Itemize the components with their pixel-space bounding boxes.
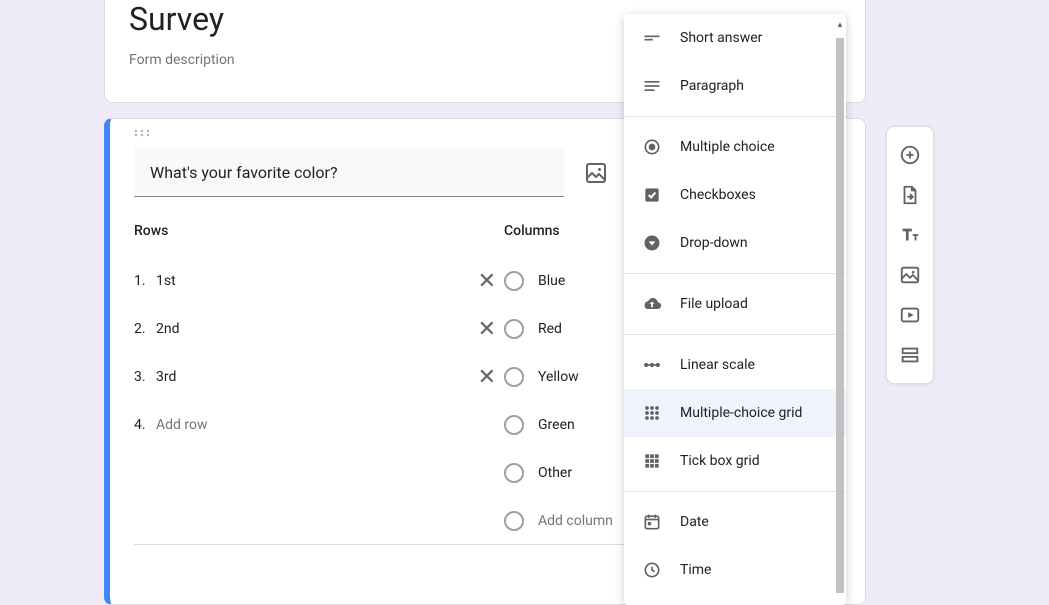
grid-dots-icon xyxy=(640,401,664,425)
short-answer-icon xyxy=(640,26,664,50)
remove-row-button[interactable]: ✕ xyxy=(464,269,504,294)
row-number: 1. xyxy=(134,273,156,289)
radio-icon xyxy=(504,271,524,291)
add-column-label[interactable]: Add column xyxy=(538,513,613,529)
add-title-button[interactable] xyxy=(892,217,928,253)
add-image-button[interactable] xyxy=(584,161,608,185)
type-short-answer[interactable]: Short answer xyxy=(624,14,846,62)
row-number: 3. xyxy=(134,369,156,385)
type-dropdown[interactable]: Drop-down xyxy=(624,219,846,267)
column-label[interactable]: Blue xyxy=(538,273,565,289)
row-label[interactable]: 1st xyxy=(156,273,464,289)
radio-icon xyxy=(504,415,524,435)
remove-row-button[interactable]: ✕ xyxy=(464,317,504,342)
menu-separator xyxy=(624,116,846,117)
row-number: 4. xyxy=(134,417,156,433)
row-number: 2. xyxy=(134,321,156,337)
column-label[interactable]: Green xyxy=(538,417,575,433)
menu-label: Drop-down xyxy=(680,235,748,251)
row-label[interactable]: 2nd xyxy=(156,321,464,337)
type-checkboxes[interactable]: Checkboxes xyxy=(624,171,846,219)
rows-header: Rows xyxy=(134,223,504,239)
question-type-menu: Short answer Paragraph Multiple choice C… xyxy=(624,14,846,605)
grid-squares-icon xyxy=(640,449,664,473)
radio-icon xyxy=(640,135,664,159)
menu-label: Paragraph xyxy=(680,78,744,94)
type-date[interactable]: Date xyxy=(624,498,846,546)
scroll-up-icon[interactable]: ▲ xyxy=(836,20,844,29)
import-questions-button[interactable] xyxy=(892,177,928,213)
radio-icon xyxy=(504,511,524,531)
paragraph-icon xyxy=(640,74,664,98)
checkbox-icon xyxy=(640,183,664,207)
side-toolbar xyxy=(886,126,934,384)
clock-icon xyxy=(640,558,664,582)
remove-row-button[interactable]: ✕ xyxy=(464,365,504,390)
question-text-input[interactable]: What's your favorite color? xyxy=(134,147,564,197)
menu-label: Linear scale xyxy=(680,357,755,373)
menu-scrollbar[interactable]: ▲ xyxy=(834,16,846,603)
type-multiple-choice[interactable]: Multiple choice xyxy=(624,123,846,171)
radio-icon xyxy=(504,319,524,339)
type-linear-scale[interactable]: Linear scale xyxy=(624,341,846,389)
column-label[interactable]: Yellow xyxy=(538,369,579,385)
row-label[interactable]: 3rd xyxy=(156,369,464,385)
add-video-button[interactable] xyxy=(892,297,928,333)
type-paragraph[interactable]: Paragraph xyxy=(624,62,846,110)
dropdown-icon xyxy=(640,231,664,255)
scroll-thumb[interactable] xyxy=(836,38,844,593)
row-item[interactable]: 2. 2nd ✕ xyxy=(134,305,504,353)
cloud-upload-icon xyxy=(640,292,664,316)
type-tick-box-grid[interactable]: Tick box grid xyxy=(624,437,846,485)
add-row-label[interactable]: Add row xyxy=(156,417,504,433)
add-section-button[interactable] xyxy=(892,337,928,373)
menu-label: Short answer xyxy=(680,30,762,46)
radio-icon xyxy=(504,367,524,387)
menu-separator xyxy=(624,491,846,492)
menu-label: Time xyxy=(680,562,711,578)
menu-separator xyxy=(624,273,846,274)
add-question-button[interactable] xyxy=(892,137,928,173)
menu-label: Date xyxy=(680,514,709,530)
linear-scale-icon xyxy=(640,353,664,377)
type-time[interactable]: Time xyxy=(624,546,846,594)
menu-label: Multiple choice xyxy=(680,139,775,155)
calendar-icon xyxy=(640,510,664,534)
menu-label: Multiple-choice grid xyxy=(680,405,802,421)
menu-label: Checkboxes xyxy=(680,187,756,203)
menu-label: Tick box grid xyxy=(680,453,760,469)
menu-label: File upload xyxy=(680,296,748,312)
add-row[interactable]: 4. Add row xyxy=(134,401,504,449)
column-label[interactable]: Other xyxy=(538,465,572,481)
radio-icon xyxy=(504,463,524,483)
add-image-button[interactable] xyxy=(892,257,928,293)
row-item[interactable]: 1. 1st ✕ xyxy=(134,257,504,305)
type-multiple-choice-grid[interactable]: Multiple-choice grid xyxy=(624,389,846,437)
type-file-upload[interactable]: File upload xyxy=(624,280,846,328)
menu-separator xyxy=(624,334,846,335)
row-item[interactable]: 3. 3rd ✕ xyxy=(134,353,504,401)
column-label[interactable]: Red xyxy=(538,321,562,337)
